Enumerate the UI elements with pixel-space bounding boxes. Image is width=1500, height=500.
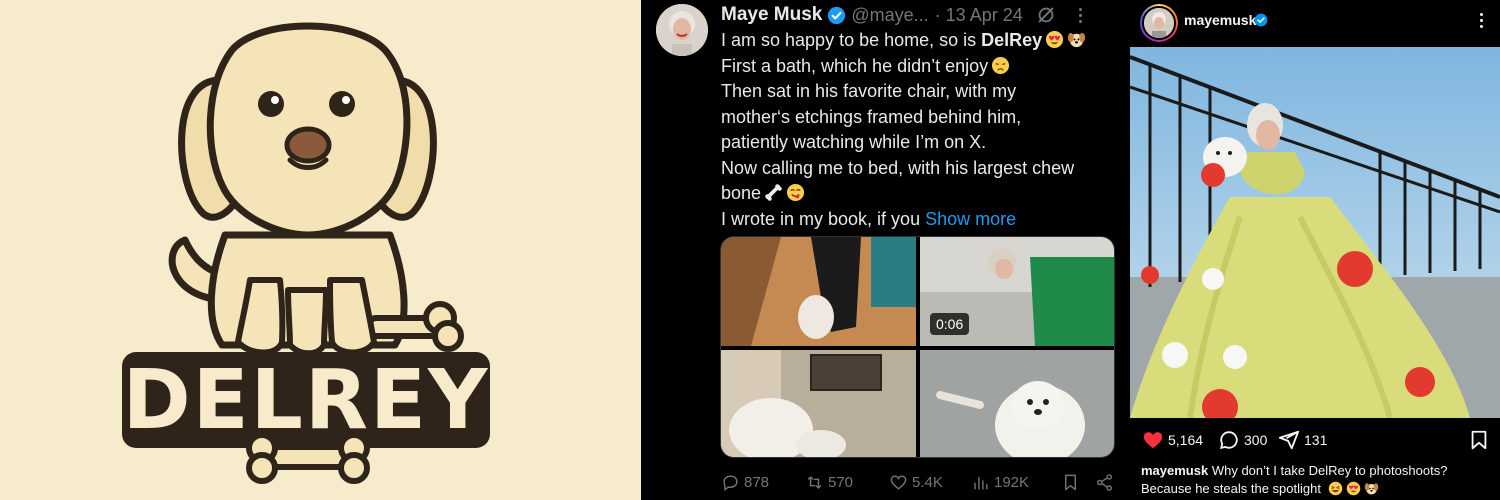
instagram-post: mayemusk 5,164 300 131 mayemusk Why don’… <box>1130 0 1500 500</box>
tweet-line-5: patiently watching while I’m on X. <box>721 132 987 152</box>
grok-icon[interactable] <box>1035 4 1057 26</box>
tweet-media-grid: 0:06 <box>720 236 1115 458</box>
author-handle[interactable]: @maye... <box>851 5 928 26</box>
media-video-1[interactable] <box>721 237 916 346</box>
tweet-action-bar: 878 570 5.4K 192K <box>721 470 1121 494</box>
like-icon <box>890 474 907 490</box>
views-count: 192K <box>994 473 1030 491</box>
logo-wordmark: DELREY <box>122 352 490 448</box>
like-count: 5.4K <box>912 473 943 491</box>
ig-avatar[interactable] <box>1140 4 1178 42</box>
disappointed-face-emoji <box>992 56 1010 74</box>
views-button[interactable]: 192K <box>971 473 1061 492</box>
caption-line-2: Because he steals the spotlight <box>1141 481 1321 496</box>
ig-post-photo[interactable] <box>1130 47 1500 418</box>
ig-save-button[interactable] <box>1468 429 1492 451</box>
tweet-text: I am so happy to be home, so is DelRey F… <box>721 28 1121 232</box>
more-icon[interactable] <box>1078 7 1083 23</box>
bookmark-button[interactable] <box>1061 473 1095 492</box>
tweet-line-8: I wrote in my book, if you Show more <box>721 208 1017 229</box>
reply-icon <box>723 474 738 491</box>
tweet-card: Maye Musk @maye... · 13 Apr 24 I am so h… <box>641 0 1130 500</box>
share-icon <box>1096 473 1113 491</box>
caption-line-1: Why don’t I take DelRey to photoshoots? <box>1211 463 1448 478</box>
bookmark-icon <box>1471 430 1487 450</box>
dog-face-emoji <box>1068 32 1086 48</box>
logo-panel: DELREY <box>0 0 641 500</box>
repost-count: 570 <box>828 473 854 491</box>
nose <box>284 126 332 164</box>
tweet-line-2: First a bath, which he didn’t enjoy <box>721 54 1121 80</box>
ig-action-bar: 5,164 300 131 <box>1142 428 1492 452</box>
dog-face-emoji <box>1364 483 1378 495</box>
tweet-line-6: Now calling me to bed, with his largest … <box>721 157 1075 178</box>
ig-like-count: 5,164 <box>1168 432 1204 448</box>
tweet-line-3: Then sat in his favorite chair, with my <box>721 81 1017 101</box>
show-more-link[interactable]: Show more <box>925 209 1016 229</box>
ig-like-button[interactable]: 5,164 <box>1142 429 1218 451</box>
tweet-line-1: I am so happy to be home, so is DelRey <box>721 28 1121 54</box>
media-photo-4[interactable] <box>920 350 1114 457</box>
repost-button[interactable]: 570 <box>805 473 889 492</box>
tweet-line-7: bone <box>721 181 1121 207</box>
author-avatar[interactable] <box>656 4 708 56</box>
views-icon <box>974 476 988 490</box>
media-video-2[interactable]: 0:06 <box>920 237 1114 346</box>
verified-badge-icon <box>1254 13 1268 27</box>
ig-share-button[interactable]: 131 <box>1278 429 1468 451</box>
mention-delrey: DelRey <box>981 30 1043 50</box>
comment-icon <box>1219 431 1238 449</box>
tweet-line-4: mother‘s etchings framed behind him, <box>721 106 1022 127</box>
share-button[interactable] <box>1095 473 1119 492</box>
squint-laugh-emoji <box>1328 481 1342 496</box>
author-name[interactable]: Maye Musk <box>721 4 822 26</box>
heart-eyes-emoji <box>1346 481 1360 496</box>
yum-face-emoji <box>786 183 805 202</box>
verified-badge-icon <box>828 6 846 24</box>
reply-count: 878 <box>744 473 770 491</box>
ig-comment-button[interactable]: 300 <box>1218 429 1278 451</box>
caption-username[interactable]: mayemusk <box>1141 463 1208 478</box>
video-duration-badge: 0:06 <box>930 313 970 335</box>
tweet-header: Maye Musk @maye... · 13 Apr 24 <box>721 3 1120 27</box>
heart-eyes-emoji <box>1046 30 1064 49</box>
heart-icon <box>1143 432 1163 449</box>
ig-username[interactable]: mayemusk <box>1184 12 1256 28</box>
like-button[interactable]: 5.4K <box>889 473 971 492</box>
ig-caption: mayemusk Why don’t I take DelRey to phot… <box>1141 462 1491 498</box>
media-photo-3[interactable] <box>721 350 916 457</box>
tweet-date[interactable]: · 13 Apr 24 <box>935 5 1023 26</box>
more-icon[interactable] <box>1480 13 1483 28</box>
repost-icon <box>807 475 822 489</box>
bone-emoji <box>765 184 782 201</box>
reply-button[interactable]: 878 <box>721 473 805 492</box>
ig-share-count: 131 <box>1304 432 1328 448</box>
bookmark-icon <box>1065 474 1076 490</box>
ig-comment-count: 300 <box>1244 432 1268 448</box>
send-icon <box>1278 430 1300 450</box>
